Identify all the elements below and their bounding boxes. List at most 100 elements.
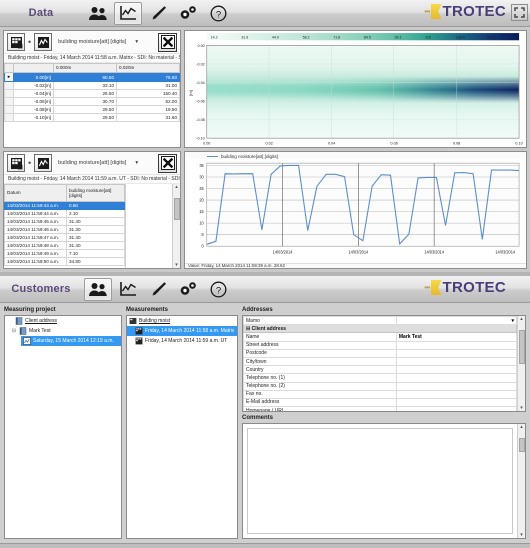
address-field-row[interactable]: E-Mail address [243,397,517,408]
scroll-up-arrow-icon[interactable]: ▴ [520,424,523,430]
line-chart-ytick: 25 [199,186,204,191]
tab-data[interactable] [114,1,142,25]
field-value[interactable] [395,389,517,399]
matrix-series-label[interactable]: building moisture[att] [digits] [55,38,129,46]
series-grid[interactable]: Datum building moisture[att] [digits] 14… [4,184,125,266]
table-row[interactable]: -0.02[m] 33.10 31.00 [4,81,180,90]
matrix-view-icon[interactable] [7,33,25,51]
line-chart[interactable]: 0 5 10 15 20 25 30 35 14/03/2014 14/03/2014 14/03… [185,159,526,263]
measurements-tree[interactable]: Building moist Friday, 14 March 2014 11:… [126,315,238,539]
address-field-row[interactable]: Homepage / URL [243,406,517,411]
tree-label-measurement[interactable]: Saturday, 15 March 2014 12:19 a.m. [33,338,114,344]
field-value[interactable] [395,406,517,411]
address-field-row[interactable]: Telephone no. (2) [243,381,517,391]
scroll-down-arrow-icon[interactable]: ▾ [520,532,523,538]
expander-icon[interactable]: ⊟ [11,328,17,334]
list-label-measurement-matrix[interactable]: Friday, 14 March 2014 11:58 a.m. Matrix [145,328,234,334]
comments-scrollbar[interactable]: ▴ ▾ [517,424,525,538]
table-row[interactable]: 14/03/2014 11:59:49 a.m. 7.10 [4,249,125,258]
scroll-down-arrow-icon[interactable]: ▾ [520,405,523,411]
field-key: Country [243,365,397,375]
series-grid-wrapper[interactable]: Datum building moisture[att] [digits] 14… [4,184,180,268]
list-item-measurement-matrix[interactable]: Friday, 14 March 2014 11:58 a.m. Matrix [127,326,237,336]
matrix-view-icon[interactable] [7,154,25,172]
chart-view-icon[interactable] [34,33,53,51]
matrix-series-caret[interactable]: ▾ [132,38,141,46]
tab-edit[interactable] [144,278,172,301]
table-row[interactable]: -0.06[m] 30.70 52.00 [4,97,180,106]
close-matrix-panel-button[interactable] [158,32,177,52]
address-field-row[interactable]: Name Mark Test [243,332,517,342]
field-value[interactable] [395,365,517,375]
field-value[interactable]: Mark Test [395,332,517,342]
table-row[interactable]: -0.08[m] 29.50 19.50 [4,105,180,114]
series-grid-scrollbar[interactable]: ▴ ▾ [172,184,180,268]
comments-box[interactable]: ▴ ▾ [242,423,526,539]
tree-node-measurement-selected[interactable]: Saturday, 15 March 2014 12:19 a.m. [21,336,121,346]
measuring-project-tree[interactable]: Client address ⊟ Mark Test Saturday, 15 … [4,315,122,539]
address-field-row[interactable]: Postcode [243,348,517,358]
scroll-up-arrow-icon[interactable]: ▴ [520,316,523,322]
table-row[interactable]: -0.10[m] 29.50 31.60 [4,113,180,122]
line-chart-ytick: 15 [199,209,204,214]
table-row[interactable]: ▸ 0.00[m] 60.50 75.60 [4,72,180,82]
tab-settings[interactable] [174,2,202,25]
scrollbar-thumb[interactable] [518,330,525,364]
addresses-group-header[interactable]: ⊟ Client address [243,324,517,334]
tree-node-building-moist[interactable]: Building moist [127,316,237,326]
addresses-grid[interactable]: Mamo ▾ ⊟ Client address Name Mark Test Street… [242,315,526,412]
field-value[interactable] [395,373,517,383]
series-series-label[interactable]: building moisture[att] [digits] [55,159,129,167]
restore-window-button[interactable] [511,4,528,21]
table-row[interactable]: -0.04[m] 26.50 150.40 [4,89,180,98]
address-field-row[interactable]: City/town [243,356,517,367]
table-row[interactable]: 14/03/2014 11:59:50 a.m. 34.80 [4,257,125,266]
table-row[interactable]: 14/03/2014 11:59:46 a.m. 31.30 [4,225,125,234]
comments-textarea[interactable] [247,428,513,534]
table-row[interactable]: 14/03/2014 11:59:44 a.m. 2.10 [4,209,125,218]
field-value[interactable] [395,397,517,408]
tab-customers[interactable] [84,277,112,301]
tab-settings[interactable] [174,278,202,301]
address-field-row[interactable]: Street address [243,340,517,350]
table-row[interactable]: 14/03/2014 11:59:45 a.m. 31.40 [4,217,125,226]
tree-node-mark-test[interactable]: ⊟ Mark Test [5,326,121,336]
close-series-panel-button[interactable] [158,153,177,173]
address-field-row[interactable]: Fax no. [243,389,517,399]
address-field-row[interactable]: Telephone no. (1) [243,373,517,383]
field-value[interactable] [395,381,517,391]
tree-label-client-address[interactable]: Client address [25,318,57,324]
list-item-measurement-ut[interactable]: Friday, 14 March 2014 11:59 a.m. UT [127,336,237,346]
matrix-grid[interactable]: 0.000m 0.020m ▸ 0.00[m] 60.50 75.60 -0.02[m]… [4,63,180,122]
field-value[interactable] [395,348,517,358]
tab-data[interactable] [114,278,142,301]
field-value[interactable] [395,340,517,350]
table-row[interactable]: 14/03/2014 11:59:43 a.m. 0.80 [4,201,125,210]
table-row[interactable]: 14/03/2014 11:59:48 a.m. 31.40 [4,241,125,250]
scrollbar-thumb[interactable] [173,198,180,220]
cell-value-0: 33.10 [53,81,117,90]
tab-edit[interactable] [144,2,172,25]
scroll-up-arrow-icon[interactable]: ▴ [175,184,178,190]
addresses-dropdown-row[interactable]: Mamo ▾ [243,316,517,326]
address-field-row[interactable]: Country [243,365,517,375]
cell-value: 31.30 [66,225,125,234]
dropdown-caret-icon[interactable]: ▾ [395,316,517,326]
field-value[interactable] [395,356,517,367]
tree-node-client-address[interactable]: Client address [5,316,121,326]
heatmap-chart[interactable]: 14.2 31.9 44.9 58.2 71.8 84.5 99.1 115 128.4 141.… [185,31,526,147]
tab-help[interactable]: ? [204,278,232,301]
tab-customers[interactable] [84,2,112,25]
chart-view-icon[interactable] [34,154,53,172]
tree-label-mark-test[interactable]: Mark Test [29,328,51,334]
matrix-grid-wrapper[interactable]: 0.000m 0.020m ▸ 0.00[m] 60.50 75.60 -0.02[m]… [4,63,180,147]
table-row[interactable]: 14/03/2014 11:59:47 a.m. 31.40 [4,233,125,242]
scrollbar-thumb[interactable] [518,438,525,452]
series-series-caret[interactable]: ▾ [132,159,141,167]
list-label-measurement-ut[interactable]: Friday, 14 March 2014 11:59 a.m. UT [145,338,227,344]
tab-help[interactable]: ? [204,2,232,25]
tree-label-building-moist[interactable]: Building moist [139,318,170,324]
scroll-down-arrow-icon[interactable]: ▾ [175,262,178,268]
addresses-property-table[interactable]: Mamo ▾ ⊟ Client address Name Mark Test Street… [243,316,517,411]
addresses-scrollbar[interactable]: ▴ ▾ [517,316,525,411]
